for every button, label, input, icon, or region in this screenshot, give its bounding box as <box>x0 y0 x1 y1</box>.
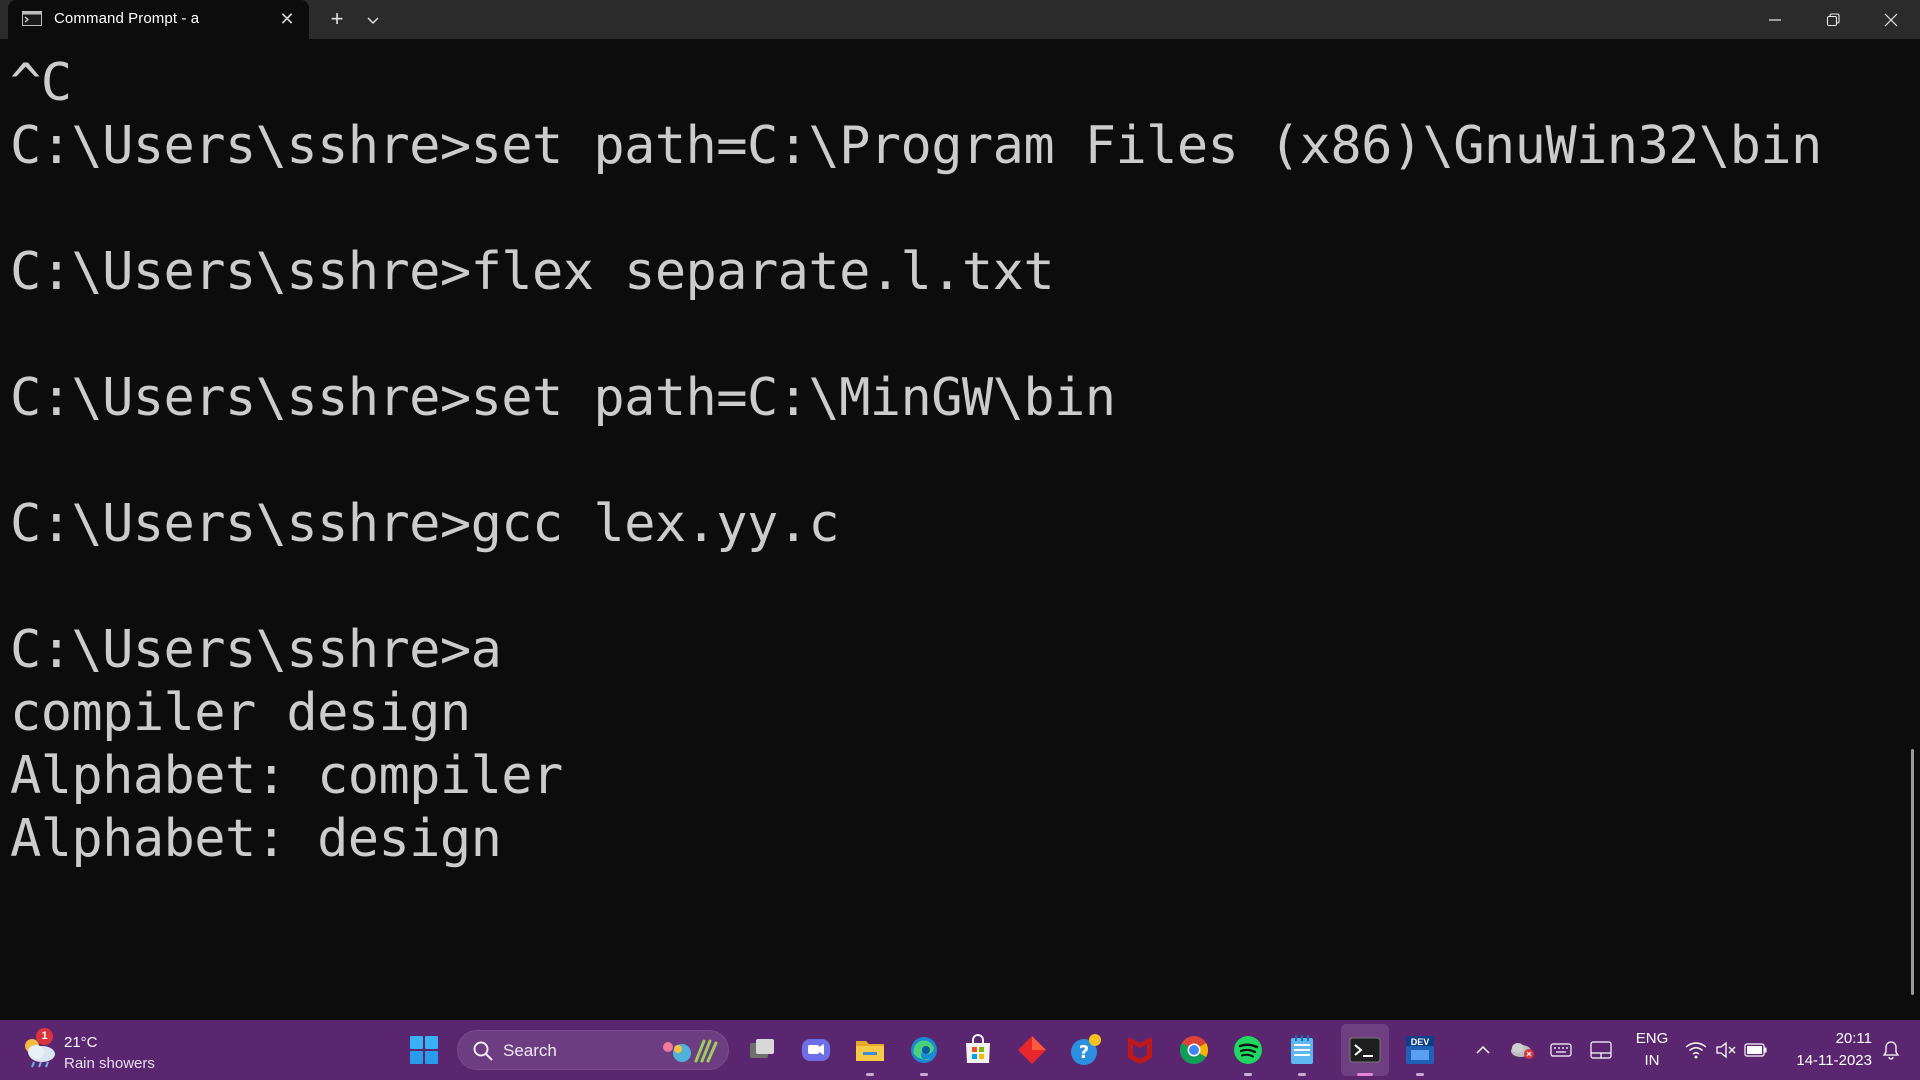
notepad-icon[interactable] <box>1282 1030 1322 1076</box>
taskbar-search-box[interactable]: Search <box>457 1030 729 1070</box>
terminal-line: compiler design <box>10 683 471 743</box>
search-label: Search <box>503 1041 557 1060</box>
running-indicator <box>1416 1073 1424 1076</box>
show-hidden-icons-chevron-icon[interactable] <box>1463 1030 1503 1070</box>
keyboard-icon[interactable] <box>1541 1030 1581 1070</box>
task-view-icon[interactable] <box>742 1030 782 1070</box>
help-icon[interactable]: ? <box>1066 1030 1106 1070</box>
command-prompt-icon <box>22 11 42 26</box>
tab-close-icon[interactable]: ✕ <box>276 8 298 30</box>
teams-chat-icon[interactable] <box>796 1030 836 1070</box>
weather-widget[interactable]: 1 21°C Rain showers <box>16 1026 196 1074</box>
onedrive-error-icon[interactable] <box>1502 1030 1542 1070</box>
clock-time[interactable]: 20:11 <box>1772 1030 1872 1047</box>
weather-badge: 1 <box>36 1028 53 1045</box>
tab-command-prompt[interactable]: Command Prompt - a ✕ <box>8 0 309 39</box>
tab-dropdown-chevron-icon[interactable] <box>360 8 386 32</box>
file-explorer-icon[interactable] <box>850 1030 890 1076</box>
touchpad-icon[interactable] <box>1581 1030 1621 1070</box>
dev-cpp-icon[interactable]: DEV <box>1400 1030 1440 1076</box>
weather-condition: Rain showers <box>64 1055 155 1072</box>
title-bar: Command Prompt - a ✕ + <box>0 0 1920 39</box>
windows-start-icon[interactable] <box>404 1030 444 1070</box>
active-indicator <box>1357 1073 1373 1076</box>
minimize-icon[interactable] <box>1746 0 1804 39</box>
language-region[interactable]: IN <box>1634 1052 1670 1069</box>
battery-icon[interactable] <box>1736 1030 1776 1070</box>
terminal-scrollbar[interactable] <box>1911 749 1914 995</box>
terminal-line: C:\Users\sshre>gcc lex.yy.c <box>10 494 840 554</box>
terminal-line: ^C <box>10 53 72 113</box>
svg-text:?: ? <box>1079 1042 1089 1063</box>
microsoft-store-icon[interactable] <box>958 1030 998 1070</box>
running-indicator <box>1298 1073 1306 1076</box>
weather-temperature: 21°C <box>64 1034 98 1051</box>
language-indicator[interactable]: ENG <box>1634 1030 1670 1047</box>
terminal-line: Alphabet: design <box>10 809 502 869</box>
terminal-line: C:\Users\sshre>set path=C:\MinGW\bin <box>10 368 1116 428</box>
running-indicator <box>866 1073 874 1076</box>
new-tab-button[interactable]: + <box>324 6 350 32</box>
tab-title: Command Prompt - a <box>54 10 200 27</box>
red-diamond-app-icon[interactable] <box>1012 1030 1052 1070</box>
terminal-line: C:\Users\sshre>set path=C:\Program Files… <box>10 116 1822 176</box>
dev-label: DEV <box>1411 1037 1430 1047</box>
edge-icon[interactable] <box>904 1030 944 1076</box>
terminal-line: Alphabet: compiler <box>10 746 563 806</box>
terminal-icon[interactable] <box>1345 1030 1385 1076</box>
close-icon[interactable] <box>1862 0 1920 39</box>
terminal-line: C:\Users\sshre>a <box>10 620 502 680</box>
running-indicator <box>920 1073 928 1076</box>
search-highlight-icon <box>658 1037 722 1070</box>
spotify-icon[interactable] <box>1228 1030 1268 1076</box>
search-icon <box>472 1040 494 1067</box>
terminal-output[interactable]: ^C C:\Users\sshre>set path=C:\Program Fi… <box>0 39 1908 1019</box>
notification-bell-icon[interactable] <box>1876 1030 1906 1070</box>
clock-date[interactable]: 14-11-2023 <box>1772 1052 1872 1069</box>
chrome-icon[interactable] <box>1174 1030 1214 1070</box>
running-indicator <box>1244 1073 1252 1076</box>
terminal-line: C:\Users\sshre>flex separate.l.txt <box>10 242 1055 302</box>
mcafee-icon[interactable] <box>1120 1030 1160 1070</box>
restore-icon[interactable] <box>1804 0 1862 39</box>
taskbar: 1 21°C Rain showers Search ? DEV ENG IN … <box>0 1020 1920 1080</box>
